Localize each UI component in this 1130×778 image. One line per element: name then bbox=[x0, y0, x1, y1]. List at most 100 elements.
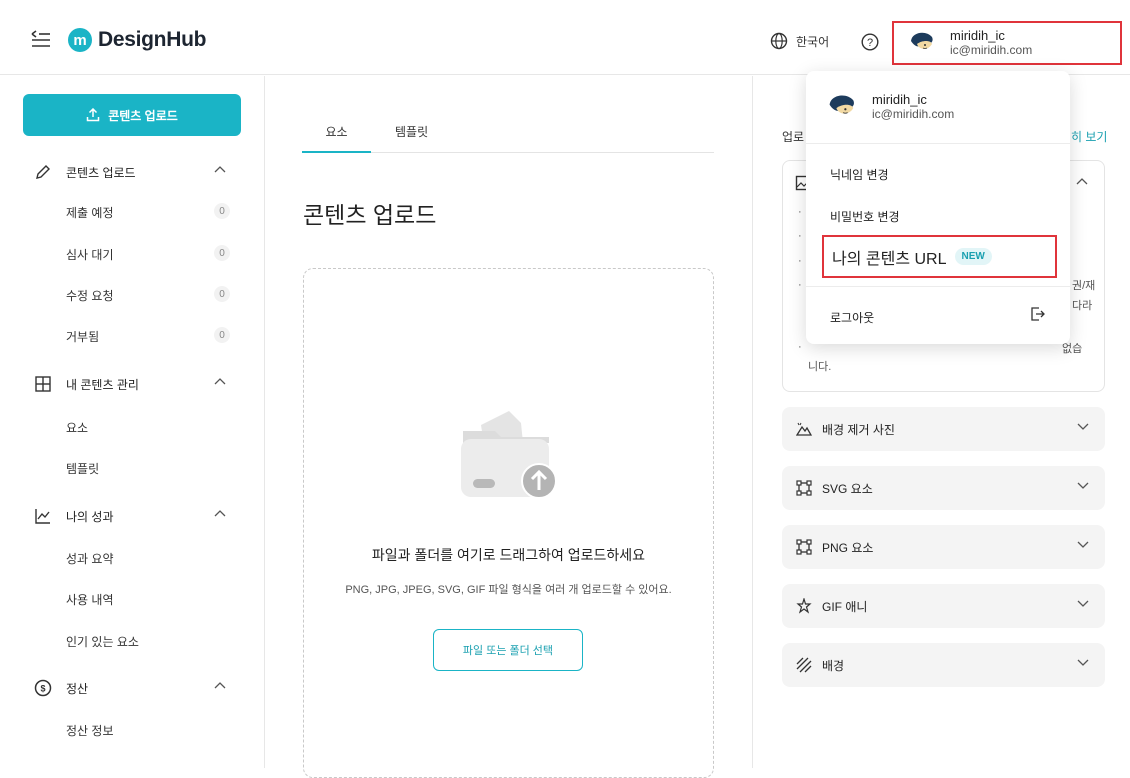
count-badge: 0 bbox=[214, 327, 230, 343]
chevron-up-icon bbox=[214, 378, 226, 385]
sidebar-item-label: 템플릿 bbox=[66, 462, 100, 476]
sidebar-item-usage-history[interactable]: 사용 내역 bbox=[66, 591, 236, 608]
menu-collapse-icon[interactable] bbox=[30, 30, 52, 50]
menu-item-change-nickname[interactable]: 닉네임 변경 bbox=[830, 166, 1050, 183]
chevron-down-icon bbox=[1077, 541, 1089, 548]
mountain-icon bbox=[796, 422, 812, 436]
divider bbox=[806, 286, 1070, 287]
logout-icon[interactable] bbox=[1030, 306, 1046, 322]
sidebar-item-performance-summary[interactable]: 성과 요약 bbox=[66, 550, 236, 567]
avatar bbox=[825, 90, 859, 124]
sparkle-icon bbox=[796, 598, 812, 614]
tab-templates[interactable]: 템플릿 bbox=[395, 123, 428, 153]
accordion-background-removed-photo[interactable]: 배경 제거 사진 bbox=[782, 407, 1105, 451]
dropdown-user-name: miridih_ic bbox=[872, 92, 927, 107]
nav-section-label: 정산 bbox=[66, 681, 89, 696]
accordion-label: 배경 bbox=[822, 658, 845, 673]
chevron-down-icon bbox=[1077, 423, 1089, 430]
svg-text:?: ? bbox=[867, 37, 873, 49]
bullet: · bbox=[798, 230, 802, 242]
count-badge: 0 bbox=[214, 245, 230, 261]
upload-content-button[interactable]: 콘텐츠 업로드 bbox=[23, 94, 241, 136]
chevron-up-icon[interactable] bbox=[1076, 177, 1088, 185]
nav-section-my-performance[interactable]: 나의 성과 bbox=[34, 507, 234, 525]
accordion-label: 배경 제거 사진 bbox=[822, 422, 895, 437]
dropzone-subtitle: PNG, JPG, JPEG, SVG, GIF 파일 형식을 여러 개 업로드… bbox=[345, 584, 672, 596]
sidebar-item-label: 정산 정보 bbox=[66, 724, 114, 738]
sidebar-item-label: 제출 예정 bbox=[66, 206, 114, 220]
view-details-link[interactable]: 히 보기 bbox=[1071, 128, 1107, 145]
coin-icon: $ bbox=[34, 679, 52, 697]
guide-text-fragment: 권/재 bbox=[1072, 280, 1096, 292]
menu-item-logout[interactable]: 로그아웃 bbox=[830, 309, 1050, 326]
user-email: ic@miridih.com bbox=[950, 43, 1033, 57]
avatar bbox=[907, 28, 937, 58]
upload-dropzone[interactable]: 파일과 폴더를 여기로 드래그하여 업로드하세요 PNG, JPG, JPEG,… bbox=[303, 268, 714, 778]
language-label: 한국어 bbox=[796, 34, 830, 49]
dropzone-title: 파일과 폴더를 여기로 드래그하여 업로드하세요 bbox=[371, 547, 646, 563]
count-badge: 0 bbox=[214, 203, 230, 219]
user-dropdown-menu: miridih_ic ic@miridih.com 닉네임 변경 비밀번호 변경… bbox=[806, 71, 1070, 344]
page-title: 콘텐츠 업로드 bbox=[303, 202, 437, 228]
stripes-icon bbox=[796, 657, 812, 673]
sidebar-item-templates[interactable]: 템플릿 bbox=[66, 460, 236, 477]
language-selector[interactable]: 한국어 bbox=[770, 32, 829, 50]
folder-upload-icon bbox=[461, 411, 557, 499]
menu-item-label: 나의 콘텐츠 URL bbox=[832, 250, 947, 268]
svg-text:$: $ bbox=[40, 684, 45, 694]
user-name: miridih_ic bbox=[950, 28, 1005, 43]
accordion-svg-elements[interactable]: SVG 요소 bbox=[782, 466, 1105, 510]
nav-section-content-upload[interactable]: 콘텐츠 업로드 bbox=[34, 163, 234, 181]
menu-item-change-password[interactable]: 비밀번호 변경 bbox=[830, 208, 1050, 225]
chevron-down-icon bbox=[1077, 600, 1089, 607]
bullet: · bbox=[798, 255, 802, 267]
sidebar-item-rejected[interactable]: 거부됨 0 bbox=[66, 327, 236, 345]
chevron-down-icon bbox=[1077, 659, 1089, 666]
guide-text-fragment: 다라 bbox=[1072, 300, 1093, 312]
nav-section-settlement[interactable]: $ 정산 bbox=[34, 679, 234, 697]
divider bbox=[752, 76, 753, 768]
accordion-background[interactable]: 배경 bbox=[782, 643, 1105, 687]
right-panel-label: 업로 bbox=[782, 130, 805, 144]
sidebar-item-elements[interactable]: 요소 bbox=[66, 419, 236, 436]
help-icon[interactable]: ? bbox=[861, 33, 879, 51]
count-badge: 0 bbox=[214, 286, 230, 302]
chevron-down-icon bbox=[1077, 482, 1089, 489]
nav-section-label: 내 콘텐츠 관리 bbox=[66, 377, 139, 392]
top-header: m DesignHub 한국어 ? miridih_ic ic@miridih.… bbox=[0, 0, 1130, 75]
sidebar-item-label: 요소 bbox=[66, 421, 89, 435]
sidebar-item-label: 사용 내역 bbox=[66, 593, 114, 607]
dropdown-user-info: miridih_ic ic@miridih.com bbox=[824, 89, 954, 125]
accordion-gif-animation[interactable]: GIF 애니 bbox=[782, 584, 1105, 628]
bullet: · bbox=[798, 206, 802, 218]
accordion-label: SVG 요소 bbox=[822, 481, 873, 496]
sidebar-item-revision-requested[interactable]: 수정 요청 0 bbox=[66, 286, 236, 304]
vector-frame-icon bbox=[796, 480, 812, 496]
content-tabs: 요소 템플릿 bbox=[302, 123, 714, 153]
sidebar-item-pending-submission[interactable]: 제출 예정 0 bbox=[66, 203, 236, 221]
accordion-png-elements[interactable]: PNG 요소 bbox=[782, 525, 1105, 569]
dropdown-user-email: ic@miridih.com bbox=[872, 107, 955, 121]
nav-section-label: 콘텐츠 업로드 bbox=[66, 165, 136, 180]
sidebar-item-awaiting-review[interactable]: 심사 대기 0 bbox=[66, 245, 236, 263]
globe-icon bbox=[770, 32, 788, 50]
sidebar-item-settlement-info[interactable]: 정산 정보 bbox=[66, 722, 236, 739]
upload-content-label: 콘텐츠 업로드 bbox=[108, 108, 178, 123]
pencil-icon bbox=[36, 165, 50, 179]
nav-section-label: 나의 성과 bbox=[66, 509, 114, 524]
nav-section-my-content[interactable]: 내 콘텐츠 관리 bbox=[34, 375, 234, 393]
sidebar: 콘텐츠 업로드 콘텐츠 업로드 제출 예정 0 심사 대기 0 수정 요청 0 … bbox=[0, 76, 265, 768]
user-menu-button[interactable]: miridih_ic ic@miridih.com bbox=[892, 21, 1122, 65]
tab-elements[interactable]: 요소 bbox=[302, 123, 371, 153]
chevron-up-icon bbox=[214, 682, 226, 689]
accordion-label: GIF 애니 bbox=[822, 599, 868, 614]
accordion-label: PNG 요소 bbox=[822, 540, 874, 555]
new-badge: NEW bbox=[954, 248, 992, 265]
sidebar-item-label: 인기 있는 요소 bbox=[66, 635, 139, 649]
logo[interactable]: m DesignHub bbox=[68, 28, 206, 52]
grid-icon bbox=[35, 376, 51, 392]
menu-item-my-content-url[interactable]: 나의 콘텐츠 URL NEW bbox=[822, 235, 1057, 278]
select-file-button[interactable]: 파일 또는 폴더 선택 bbox=[433, 629, 583, 671]
upload-icon bbox=[86, 108, 100, 122]
sidebar-item-popular-elements[interactable]: 인기 있는 요소 bbox=[66, 633, 236, 650]
